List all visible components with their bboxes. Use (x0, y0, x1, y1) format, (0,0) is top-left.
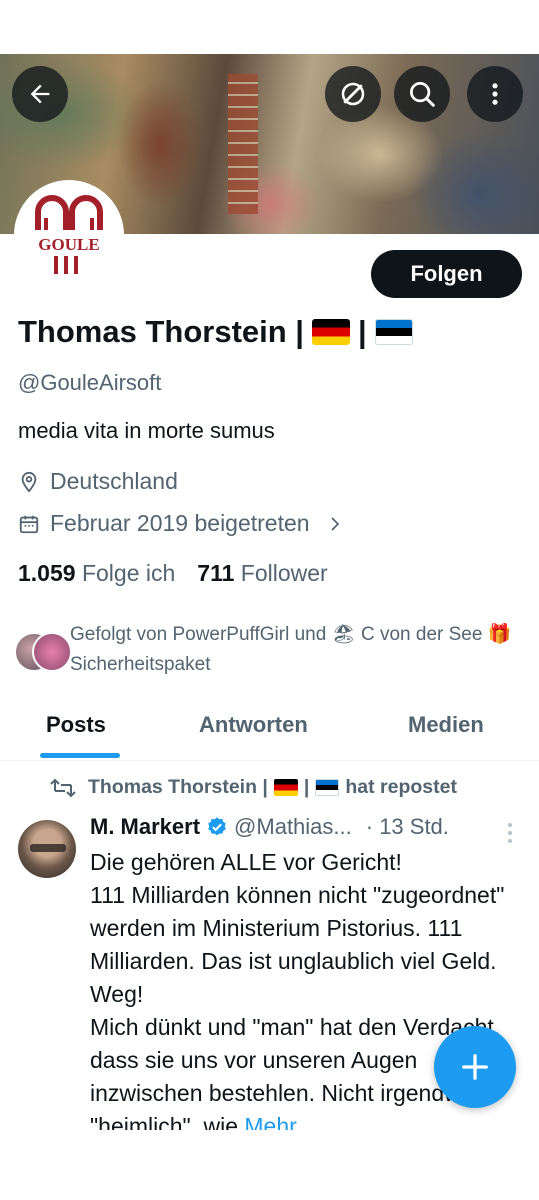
estonia-flag-icon (315, 779, 340, 796)
profile-name-separator: | (357, 314, 367, 349)
followed-by-text-part3: Sicherheitspaket (70, 654, 211, 675)
more-vertical-icon (492, 83, 498, 105)
arrow-left-icon (30, 84, 50, 104)
gift-icon: 🎁 (487, 624, 512, 645)
profile-name: Thomas Thorstein | | (18, 314, 413, 350)
follow-counts: 1.059 Folge ich 711 Follower (18, 560, 328, 587)
profile-name-text: Thomas Thorstein | (18, 314, 304, 349)
following-label: Folge ich (81, 560, 176, 586)
followed-by-text-part2: C von der See (360, 624, 483, 645)
location-text: Deutschland (50, 468, 178, 494)
search-button[interactable] (394, 66, 450, 122)
tab-antworten[interactable]: Antworten (199, 712, 308, 738)
germany-flag-icon (311, 319, 350, 345)
more-options-button[interactable] (467, 66, 523, 122)
repost-name: Thomas Thorstein | (88, 776, 268, 798)
tab-medien[interactable]: Medien (408, 712, 484, 738)
followers-label: Follower (240, 560, 328, 586)
tweet-more-icon[interactable] (504, 822, 516, 844)
back-button[interactable] (12, 66, 68, 122)
profile-handle: @GouleAirsoft (18, 370, 162, 395)
profile-location: Deutschland (18, 468, 178, 495)
goule-logo: GOULE (35, 195, 103, 274)
repost-icon (50, 778, 76, 797)
plus-icon (462, 1054, 488, 1080)
profile-tabs: Posts Antworten Medien (0, 700, 539, 761)
repost-separator: | (303, 776, 310, 798)
avatar-glasses (30, 844, 66, 852)
compose-button[interactable] (434, 1026, 516, 1108)
followers-link[interactable]: 711 Follower (197, 560, 327, 587)
followed-by-text-part1: Gefolgt von PowerPuffGirl und (70, 624, 327, 645)
tweet-author-avatar[interactable] (18, 820, 76, 878)
tweet-timestamp[interactable]: · 13 Std. (366, 814, 449, 840)
repost-indicator[interactable]: Thomas Thorstein | | hat repostet (50, 776, 457, 799)
tab-posts[interactable]: Posts (46, 712, 106, 738)
profile-bio: media vita in morte sumus (18, 418, 275, 443)
germany-flag-icon (273, 779, 298, 796)
follower-avatar (32, 632, 72, 672)
followers-count: 711 (197, 560, 235, 586)
location-pin-icon (21, 471, 37, 493)
tweet-author-handle[interactable]: @Mathias... (234, 814, 352, 840)
avatar-logo-text: GOULE (38, 235, 99, 254)
verified-badge-icon (208, 817, 226, 836)
following-count: 1.059 (18, 560, 76, 586)
show-more-link[interactable]: Mehr (244, 1113, 296, 1130)
followed-by-avatars (14, 620, 72, 672)
repost-suffix: hat repostet (345, 776, 457, 798)
beach-umbrella-icon: 🏖 (331, 624, 356, 645)
calendar-icon (19, 515, 39, 533)
estonia-flag-icon (374, 319, 413, 345)
following-link[interactable]: 1.059 Folge ich (18, 560, 175, 587)
tweet-author-name[interactable]: M. Markert (90, 814, 200, 840)
follow-button[interactable]: Folgen (371, 250, 522, 298)
followed-by-text: Gefolgt von PowerPuffGirl und 🏖 C von de… (70, 620, 524, 680)
search-icon (410, 82, 435, 107)
tweet-header: M. Markert @Mathias... · 13 Std. (90, 814, 449, 840)
active-tab-indicator (40, 753, 120, 758)
joined-text: Februar 2019 beigetreten (50, 510, 310, 536)
banner-art-detail (228, 74, 258, 214)
profile-avatar[interactable]: GOULE (14, 180, 124, 290)
profile-joined[interactable]: Februar 2019 beigetreten (18, 510, 344, 537)
grok-icon (341, 82, 365, 106)
followed-by[interactable]: Gefolgt von PowerPuffGirl und 🏖 C von de… (14, 620, 524, 680)
chevron-right-icon (330, 516, 339, 531)
status-bar (0, 0, 539, 54)
grok-button[interactable] (325, 66, 381, 122)
